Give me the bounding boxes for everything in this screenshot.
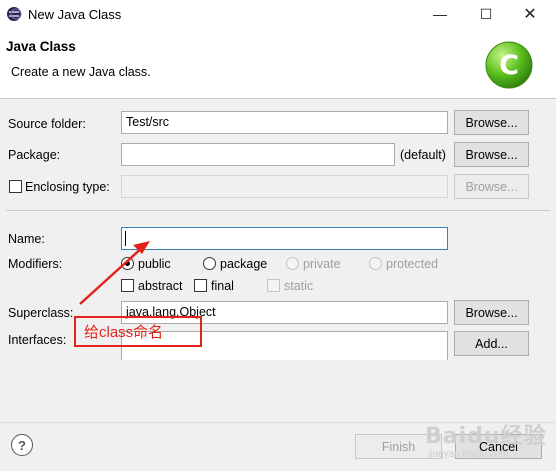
source-folder-input[interactable]: Test/src: [121, 111, 448, 134]
title-bar: New Java Class — ☐ ✕: [0, 0, 556, 30]
static-checkbox[interactable]: [267, 279, 280, 292]
enclosing-type-label: Enclosing type:: [25, 180, 110, 194]
name-label: Name:: [8, 232, 45, 246]
page-title: Java Class: [6, 39, 76, 54]
package-browse-button[interactable]: Browse...: [454, 142, 529, 167]
superclass-label: Superclass:: [8, 306, 74, 320]
abstract-checkbox-label: abstract: [138, 279, 183, 293]
public-radio[interactable]: [121, 257, 134, 270]
wizard-banner: Java Class Create a new Java class. C: [0, 30, 556, 99]
name-input[interactable]: [121, 227, 448, 250]
package-radio-label: package: [220, 257, 268, 271]
logo-letter: C: [499, 50, 519, 81]
protected-radio[interactable]: [369, 257, 382, 270]
source-folder-label: Source folder:: [8, 117, 86, 131]
package-radio[interactable]: [203, 257, 216, 270]
private-radio[interactable]: [286, 257, 299, 270]
source-folder-browse-button[interactable]: Browse...: [454, 110, 529, 135]
package-label: Package:: [8, 148, 61, 162]
separator: [6, 210, 550, 211]
baidu-watermark-url: jingyan.baidu.com: [428, 449, 509, 460]
superclass-browse-button[interactable]: Browse...: [454, 300, 529, 325]
modifiers-label: Modifiers:: [8, 257, 63, 271]
enclosing-type-input[interactable]: [121, 175, 448, 198]
java-class-logo-icon: C: [485, 41, 533, 89]
text-caret: [125, 231, 126, 246]
private-radio-label: private: [303, 257, 341, 271]
final-checkbox[interactable]: [194, 279, 207, 292]
window-title: New Java Class: [28, 7, 122, 22]
help-icon[interactable]: ?: [11, 434, 33, 456]
enclosing-type-browse-button[interactable]: Browse...: [454, 174, 529, 199]
protected-radio-label: protected: [386, 257, 439, 271]
add-interface-button[interactable]: Add...: [454, 331, 529, 356]
interfaces-label: Interfaces:: [8, 333, 67, 347]
close-button[interactable]: ✕: [510, 2, 550, 26]
public-radio-label: public: [138, 257, 171, 271]
abstract-checkbox[interactable]: [121, 279, 134, 292]
minimize-button[interactable]: —: [420, 2, 460, 26]
static-checkbox-label: static: [284, 279, 314, 293]
package-input[interactable]: [121, 143, 395, 166]
enclosing-type-checkbox[interactable]: [9, 180, 22, 193]
package-default-label: (default): [400, 148, 446, 162]
baidu-watermark: Baidu经验: [425, 424, 547, 449]
annotation-text: 给class命名: [84, 324, 164, 341]
page-description: Create a new Java class.: [11, 65, 151, 79]
maximize-button[interactable]: ☐: [466, 2, 506, 26]
eclipse-app-icon: [7, 7, 22, 21]
final-checkbox-label: final: [211, 279, 234, 293]
